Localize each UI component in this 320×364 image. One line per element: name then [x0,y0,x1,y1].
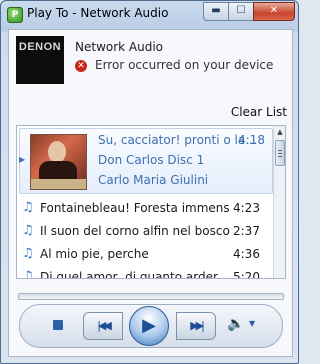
device-logo: DENON [16,36,64,84]
track-duration: 2:37 [233,224,260,238]
playlist-scrollbar[interactable]: ▲ [273,126,285,278]
maximize-button[interactable]: ☐ [228,2,254,21]
play-to-window: P Play To - Network Audio ▬ ☐ ✕ DENON Ne… [0,0,299,364]
playlist: Su, cacciator! pronti o la... 4:18 Don C… [16,125,286,279]
play-to-icon: P [7,7,23,23]
playback-controls: |◀◀ ▶ ▶▶| 🔈 ▼ [19,304,283,348]
title-bar: P Play To - Network Audio ▬ ☐ ✕ [1,1,298,27]
device-name: Network Audio [75,40,164,54]
scrollbar-thumb[interactable] [275,140,285,166]
minimize-button[interactable]: ▬ [203,2,229,21]
track-title: Fontainebleau! Foresta immensa ... [40,201,230,215]
music-note-icon: ♫ [22,200,34,215]
track-duration: 4:36 [233,247,260,261]
now-playing-duration: 4:18 [238,133,265,147]
volume-icon[interactable]: 🔈 [227,316,244,332]
music-note-icon: ♫ [22,246,34,261]
device-status: Error occurred on your device [95,58,274,72]
close-button[interactable]: ✕ [253,2,295,21]
client-area: DENON Network Audio ✕ Error occurred on … [8,29,293,357]
current-track-arrow-icon: ▶ [19,155,26,164]
now-playing-album: Don Carlos Disc 1 [98,153,205,167]
next-button[interactable]: ▶▶| [176,312,216,340]
track-title: Di quel amor, di quanto arder [40,270,218,279]
scroll-up-icon[interactable]: ▲ [274,126,285,138]
now-playing-item[interactable]: Su, cacciator! pronti o la... 4:18 Don C… [19,128,273,194]
seek-bar[interactable] [18,293,284,300]
error-icon: ✕ [75,60,87,72]
music-note-icon: ♫ [22,269,34,279]
track-duration: 5:20 [233,270,260,279]
now-playing-artist: Carlo Maria Giulini [98,173,209,187]
track-title: Il suon del corno alfin nel bosco t... [40,224,230,238]
stop-button[interactable] [53,320,63,330]
music-note-icon: ♫ [22,223,34,238]
clear-list-link[interactable]: Clear List [231,105,287,119]
volume-dropdown-icon[interactable]: ▼ [249,319,255,328]
now-playing-title: Su, cacciator! pronti o la... [98,133,257,147]
track-duration: 4:23 [233,201,260,215]
track-title: Al mio pie, perche [40,247,149,261]
album-art [30,134,87,190]
play-button[interactable]: ▶ [129,306,169,346]
window-title: Play To - Network Audio [27,6,169,20]
previous-button[interactable]: |◀◀ [83,312,123,340]
